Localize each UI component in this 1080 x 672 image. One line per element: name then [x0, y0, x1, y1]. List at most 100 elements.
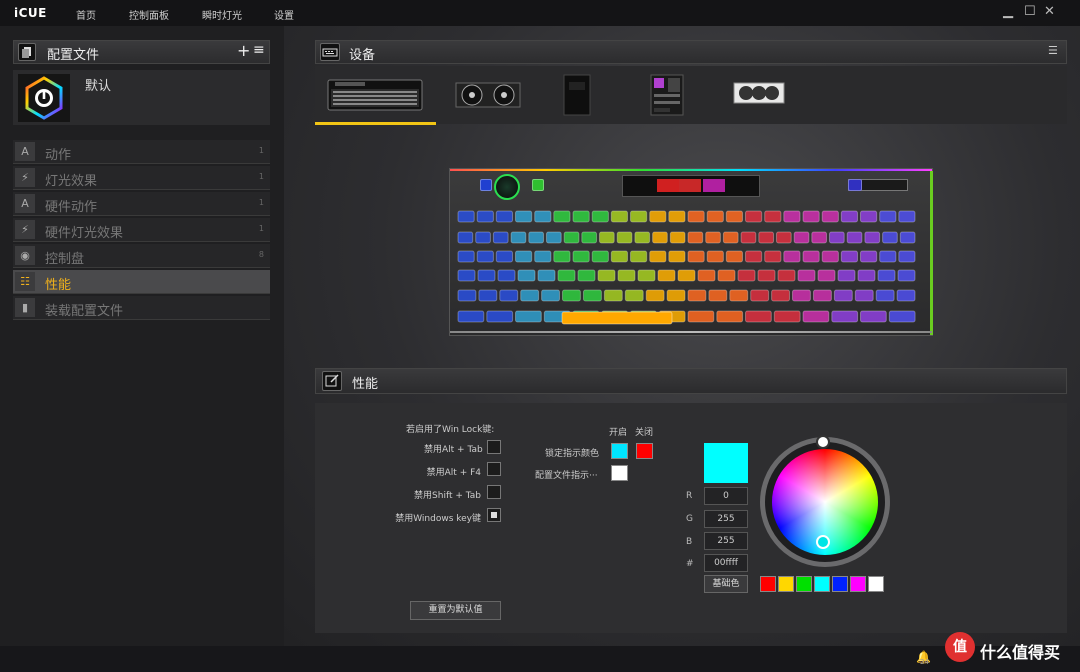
key[interactable] [610, 210, 629, 223]
checkbox-alt-f4[interactable] [487, 462, 501, 476]
key[interactable] [898, 250, 916, 263]
device-gpu[interactable] [733, 80, 785, 109]
key[interactable] [860, 250, 878, 263]
preset-color-swatch[interactable] [814, 576, 830, 592]
key[interactable] [581, 231, 598, 244]
key[interactable] [722, 231, 739, 244]
key[interactable] [528, 231, 545, 244]
key[interactable] [705, 231, 721, 244]
key[interactable] [492, 231, 509, 244]
key[interactable] [877, 269, 896, 282]
key[interactable] [478, 289, 498, 302]
key[interactable] [515, 210, 533, 223]
menu-item-hardware-actions[interactable]: A 硬件动作 1 [13, 192, 270, 216]
key[interactable] [499, 289, 519, 302]
key[interactable] [840, 250, 858, 263]
key[interactable] [557, 269, 576, 282]
key[interactable] [793, 231, 810, 244]
keyboard-preview[interactable] [449, 168, 933, 336]
key[interactable] [717, 269, 736, 282]
key[interactable] [649, 210, 667, 223]
key[interactable] [792, 289, 811, 302]
key[interactable] [562, 289, 581, 302]
key[interactable] [495, 210, 513, 223]
key[interactable] [591, 250, 609, 263]
key[interactable] [599, 231, 615, 244]
key[interactable] [495, 250, 513, 263]
key[interactable] [758, 231, 774, 244]
preset-color-swatch[interactable] [868, 576, 884, 592]
key[interactable] [572, 250, 590, 263]
key[interactable] [773, 310, 801, 323]
key[interactable] [896, 289, 916, 302]
key[interactable] [725, 210, 743, 223]
key[interactable] [687, 289, 707, 302]
wheel-selector-handle[interactable] [816, 535, 830, 549]
key[interactable] [630, 210, 648, 223]
preset-color-swatch[interactable] [850, 576, 866, 592]
key[interactable] [687, 210, 705, 223]
key[interactable] [802, 310, 830, 323]
minimize-icon[interactable]: ▁ [1003, 4, 1013, 19]
key[interactable] [879, 210, 897, 223]
key[interactable] [745, 310, 772, 323]
menu-item-hardware-lighting[interactable]: ⚡ 硬件灯光效果 1 [13, 218, 270, 242]
key[interactable] [553, 250, 571, 263]
key[interactable] [771, 289, 791, 302]
key[interactable] [634, 231, 651, 244]
key[interactable] [666, 289, 686, 302]
device-cooler[interactable] [455, 78, 521, 115]
menu-item-control-dial[interactable]: ◉ 控制盘 8 [13, 244, 270, 268]
checkbox-alt-tab[interactable] [487, 440, 501, 454]
key[interactable] [776, 231, 792, 244]
key[interactable] [706, 210, 724, 223]
key[interactable] [864, 231, 881, 244]
key[interactable] [457, 289, 477, 302]
lock-on-color-swatch[interactable] [611, 443, 628, 459]
key[interactable] [457, 269, 476, 282]
key[interactable] [860, 310, 887, 323]
nav-instant-lighting[interactable]: 瞬时灯光 [202, 7, 242, 22]
add-profile-icon[interactable]: + [237, 41, 250, 60]
key[interactable] [537, 269, 556, 282]
profile-card[interactable]: 默认 [13, 70, 270, 125]
key[interactable] [882, 231, 898, 244]
key[interactable] [475, 231, 491, 244]
maximize-icon[interactable]: ☐ [1024, 4, 1036, 19]
checkbox-windows-key[interactable] [487, 508, 501, 522]
reset-defaults-button[interactable]: 重置为默认值 [410, 601, 501, 620]
key[interactable] [457, 231, 474, 244]
color-wheel[interactable] [760, 435, 890, 567]
key[interactable] [697, 269, 716, 282]
key[interactable] [708, 289, 728, 302]
key[interactable] [860, 210, 878, 223]
key[interactable] [645, 289, 665, 302]
key[interactable] [649, 250, 667, 263]
key[interactable] [777, 269, 796, 282]
key[interactable] [888, 310, 916, 323]
key[interactable] [821, 250, 839, 263]
key[interactable] [687, 310, 715, 323]
preset-color-swatch[interactable] [832, 576, 848, 592]
key[interactable] [486, 310, 514, 323]
key[interactable] [811, 231, 827, 244]
key[interactable] [745, 250, 763, 263]
lock-off-color-swatch[interactable] [636, 443, 653, 459]
key[interactable] [750, 289, 770, 302]
key[interactable] [563, 231, 580, 244]
key[interactable] [875, 289, 895, 302]
key[interactable] [783, 250, 801, 263]
key[interactable] [729, 289, 749, 302]
key[interactable] [617, 269, 636, 282]
key[interactable] [899, 231, 916, 244]
key[interactable] [657, 269, 676, 282]
key[interactable] [457, 250, 475, 263]
key[interactable] [553, 210, 571, 223]
key[interactable] [797, 269, 816, 282]
brightness-handle[interactable] [816, 435, 830, 449]
key[interactable] [740, 231, 757, 244]
key[interactable] [637, 269, 656, 282]
key[interactable] [669, 231, 686, 244]
key[interactable] [652, 231, 668, 244]
key[interactable] [597, 269, 616, 282]
